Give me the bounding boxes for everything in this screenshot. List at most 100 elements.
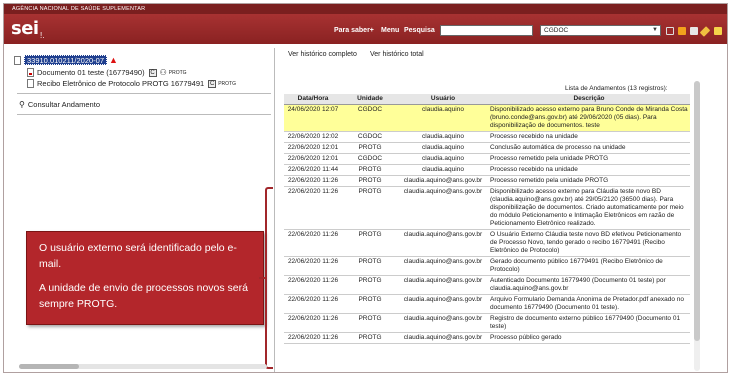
cell-unit: PROTG (342, 175, 398, 187)
cell-date: 22/06/2020 11:26 (284, 229, 342, 257)
document-icon (27, 79, 34, 88)
callout-line-1: O usuário externo será identificado pelo… (39, 242, 237, 270)
cell-date: 22/06/2020 11:26 (284, 175, 342, 187)
scroll-thumb[interactable] (19, 364, 79, 369)
pdf-icon (27, 68, 34, 77)
cell-unit: PROTG (342, 229, 398, 257)
table-row: 22/06/2020 11:44 PROTG claudia.aquino Proce… (284, 164, 690, 176)
cell-unit: PROTG (342, 275, 398, 295)
pane-divider[interactable] (274, 48, 275, 372)
search-input[interactable] (440, 25, 533, 36)
scroll-thumb[interactable] (694, 81, 700, 341)
nav-menu[interactable]: Menu (381, 27, 399, 34)
process-folder-icon (14, 55, 21, 65)
annotation-bracket-tip (259, 277, 266, 279)
cell-desc: Arquivo Formulario Demanda Anonima de Pr… (488, 294, 690, 314)
tree-doc-2[interactable]: Recibo Eletrônico de Protocolo PROTG 167… (27, 79, 236, 88)
top-header: sei !. Para saber+ Menu Pesquisa CGDOC ▼ (4, 14, 727, 44)
cell-date: 24/06/2020 12:07 (284, 104, 342, 132)
cell-user: claudia.aquino@ans.gov.br (398, 175, 488, 187)
cell-user: claudia.aquino@ans.gov.br (398, 294, 488, 314)
table-row: 22/06/2020 11:26 PROTG claudia.aquino@ans.… (284, 175, 690, 187)
cell-date: 22/06/2020 11:26 (284, 275, 342, 295)
tools-icon[interactable] (699, 26, 711, 37)
doc2-unit: PROTG (218, 80, 236, 87)
cell-date: 22/06/2020 11:26 (284, 294, 342, 314)
cell-unit: PROTG (342, 256, 398, 276)
cell-desc: Registro de documento externo público 16… (488, 313, 690, 333)
doc2-badge: C (208, 79, 217, 88)
cell-date: 22/06/2020 11:44 (284, 164, 342, 176)
doc1-unit: PROTG (168, 69, 187, 76)
table-header-row: Data/Hora Unidade Usuário Descrição (284, 94, 690, 105)
sei-logo[interactable]: sei (11, 18, 39, 39)
consult-label[interactable]: Consultar Andamento (28, 100, 100, 109)
cell-desc: Autenticado Documento 16779490 (Document… (488, 275, 690, 295)
table-row: 22/06/2020 12:02 CGDOC claudia.aquino Proce… (284, 131, 690, 143)
history-table: Data/Hora Unidade Usuário Descrição 24/0… (284, 94, 690, 344)
unit-select-value: CGDOC (544, 27, 569, 34)
unit-select[interactable]: CGDOC ▼ (540, 25, 661, 36)
tree-doc-1[interactable]: Documento 01 teste (16779490) C ⚇ PROTG (27, 68, 187, 77)
table-row: 22/06/2020 11:26 PROTG claudia.aquino@ans.… (284, 332, 690, 344)
nav-pesquisa[interactable]: Pesquisa (404, 27, 435, 34)
cell-unit: CGDOC (342, 104, 398, 132)
cell-unit: PROTG (342, 294, 398, 314)
table-row: 22/06/2020 11:26 PROTG claudia.aquino@ans.… (284, 313, 690, 333)
link-historico-total[interactable]: Ver histórico total (370, 51, 424, 58)
cell-desc: Processo recebido na unidade (488, 164, 690, 176)
exit-icon[interactable] (714, 27, 722, 35)
callout-line-2: A unidade de envio de processos novos se… (39, 282, 248, 310)
col-header-date: Data/Hora (284, 94, 342, 105)
table-row: 22/06/2020 12:01 PROTG claudia.aquino Concl… (284, 142, 690, 154)
cell-user: claudia.aquino (398, 153, 488, 165)
consult-andamento[interactable]: ⚲ Consultar Andamento (19, 100, 100, 109)
table-row: 22/06/2020 11:26 PROTG claudia.aquino@ans.… (284, 275, 690, 295)
cell-date: 22/06/2020 12:01 (284, 153, 342, 165)
col-header-desc: Descrição (488, 94, 690, 105)
tree-divider (17, 93, 271, 94)
cell-desc: O Usuário Externo Cláudia teste novo BD … (488, 229, 690, 257)
cell-date: 22/06/2020 11:26 (284, 332, 342, 344)
table-row: 22/06/2020 11:26 PROTG claudia.aquino@ans.… (284, 186, 690, 230)
cell-unit: CGDOC (342, 131, 398, 143)
right-vertical-scrollbar[interactable] (694, 81, 700, 371)
table-row: 22/06/2020 11:26 PROTG claudia.aquino@ans.… (284, 294, 690, 314)
history-caption: Lista de Andamentos (13 registros): (565, 85, 668, 92)
cell-date: 22/06/2020 11:26 (284, 186, 342, 230)
cell-user: claudia.aquino@ans.gov.br (398, 275, 488, 295)
sei-logo-suffix: !. (40, 31, 45, 40)
col-header-unit: Unidade (342, 94, 398, 105)
table-row: 22/06/2020 12:01 CGDOC claudia.aquino Proce… (284, 153, 690, 165)
cell-user: claudia.aquino@ans.gov.br (398, 332, 488, 344)
tree-process[interactable]: 33910.010211/2020-07 ▲ (14, 55, 118, 65)
cell-user: claudia.aquino@ans.gov.br (398, 313, 488, 333)
cell-unit: PROTG (342, 164, 398, 176)
cell-unit: CGDOC (342, 153, 398, 165)
control-icon[interactable] (678, 27, 686, 35)
doc2-label[interactable]: Recibo Eletrônico de Protocolo PROTG 167… (37, 79, 204, 88)
left-horizontal-scrollbar[interactable] (19, 364, 267, 369)
list-icon[interactable] (666, 27, 674, 35)
cell-user: claudia.aquino@ans.gov.br (398, 186, 488, 230)
table-row: 24/06/2020 12:07 CGDOC claudia.aquino Dispo… (284, 104, 690, 132)
user-icon[interactable] (690, 27, 698, 35)
cell-desc: Processo remetido pela unidade PROTG (488, 175, 690, 187)
cell-unit: PROTG (342, 332, 398, 344)
process-number[interactable]: 33910.010211/2020-07 (24, 55, 108, 65)
table-row: 22/06/2020 11:26 PROTG claudia.aquino@ans.… (284, 256, 690, 276)
cell-desc: Gerado documento público 16779491 (Recib… (488, 256, 690, 276)
cell-unit: PROTG (342, 313, 398, 333)
doc1-label[interactable]: Documento 01 teste (16779490) (37, 68, 145, 77)
cell-date: 22/06/2020 11:26 (284, 256, 342, 276)
nav-para-saber[interactable]: Para saber+ (334, 27, 374, 34)
link-historico-completo[interactable]: Ver histórico completo (288, 51, 357, 58)
cell-desc: Disponibilizado acesso externo para Cláu… (488, 186, 690, 230)
cell-user: claudia.aquino (398, 131, 488, 143)
cell-desc: Processo recebido na unidade (488, 131, 690, 143)
warning-icon: ▲ (109, 55, 118, 65)
agency-bar: AGÊNCIA NACIONAL DE SAÚDE SUPLEMENTAR (4, 4, 727, 14)
cell-date: 22/06/2020 12:01 (284, 142, 342, 154)
annotation-callout: O usuário externo será identificado pelo… (26, 231, 264, 325)
person-icon: ⚇ (159, 68, 167, 77)
